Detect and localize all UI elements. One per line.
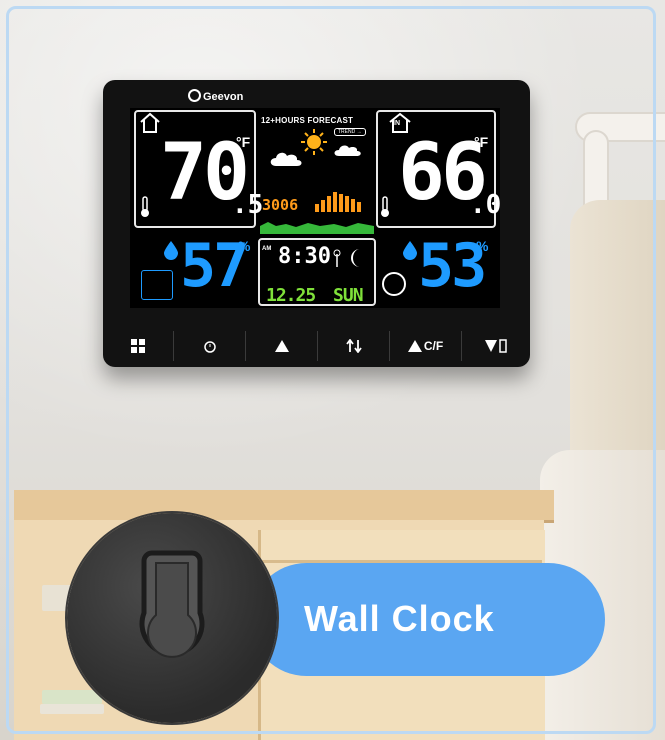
sun-icon (301, 129, 327, 155)
forecast-label: 12+HOURS FORECAST (261, 116, 354, 125)
pressure-reading: 3006 (262, 196, 299, 214)
menu-grid-button[interactable] (103, 331, 173, 361)
comfort-face-icon (382, 272, 406, 296)
button-row: C/F (103, 331, 530, 361)
keyhole-mount-icon (139, 550, 205, 658)
pressure-history-bars (315, 192, 361, 212)
alert-button[interactable] (245, 331, 317, 361)
cf-label: C/F (423, 339, 444, 353)
outdoor-temp-unit: °F (236, 134, 251, 150)
brand-name: Geevon (203, 91, 244, 103)
alert-icon (274, 340, 289, 352)
photo-scene: Geevon 70 °F .5 IN 66 °F .0 12+HOURS FOR… (0, 0, 665, 740)
moon-icon (351, 249, 360, 267)
outdoor-temp-decimal: .5 (232, 190, 264, 220)
indoor-humidity-unit: % (476, 238, 489, 254)
weekday: SUN (333, 285, 363, 306)
am-indicator: AM (262, 246, 272, 252)
cloud-icon (334, 145, 361, 156)
cloud-icon (270, 152, 302, 166)
arrows-button[interactable] (317, 331, 389, 361)
trend-label: TREND → (334, 128, 366, 136)
indoor-temp-unit: °F (474, 134, 489, 150)
comfort-icon-box (141, 270, 173, 300)
radio-signal-icon (333, 249, 341, 267)
droplet-icon (403, 241, 417, 260)
down-button[interactable] (461, 331, 530, 361)
indoor-humidity: 53 (418, 231, 487, 301)
grass-strip (260, 222, 374, 234)
indoor-tag: IN (393, 120, 400, 127)
date-value: 12.25 (266, 285, 316, 306)
book (42, 690, 102, 704)
outdoor-humidity-unit: % (238, 238, 251, 254)
down-triangle-icon (485, 339, 507, 353)
cabinet-top (14, 490, 554, 523)
wall-clock-label: Wall Clock (304, 598, 495, 639)
up-cf-button[interactable]: C/F (389, 331, 461, 361)
indoor-temp-decimal: .0 (470, 190, 502, 220)
up-triangle-icon (407, 340, 422, 352)
clock-time: 8:30 (278, 244, 331, 269)
brand-logo: Geevon (188, 89, 243, 103)
alarm-button[interactable] (173, 331, 245, 361)
outdoor-humidity: 57 (180, 231, 249, 301)
clock-date: 12.25 SUN (266, 285, 364, 306)
book (40, 704, 104, 714)
arrows-icon (345, 339, 362, 353)
menu-grid-icon (131, 339, 145, 353)
droplet-icon (164, 241, 178, 260)
alarm-icon (203, 341, 216, 353)
thermometer-icon (381, 196, 389, 217)
location-pin-icon (188, 89, 201, 102)
thermometer-icon (141, 196, 149, 217)
